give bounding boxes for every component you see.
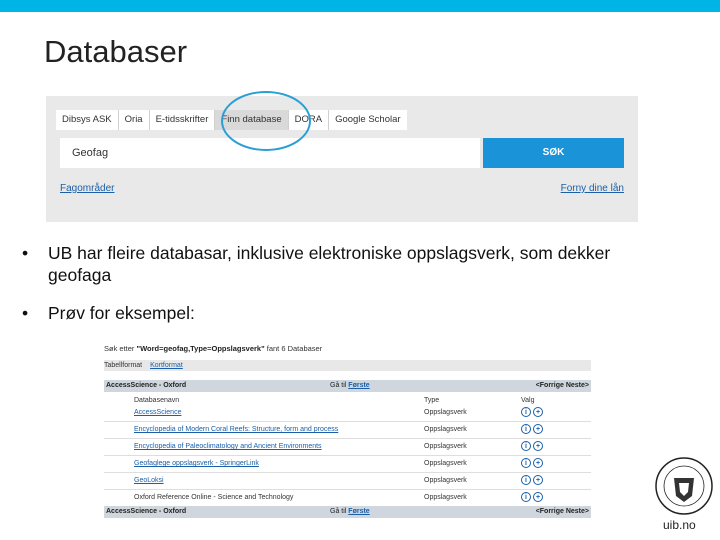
bullet-text: Prøv for eksempel: <box>48 303 195 323</box>
bullet-dot-icon: • <box>22 243 29 263</box>
database-link[interactable]: Encyclopedia of Modern Coral Reefs: Stru… <box>134 422 338 438</box>
database-type: Oppslagsverk <box>424 460 467 467</box>
bullet-list: • UB har fleire databasar, inklusive elek… <box>22 242 662 340</box>
format-table-link[interactable]: Tabellformat <box>104 362 142 369</box>
search-widget: Dibsys ASK Oria E-tidsskrifter Finn data… <box>46 96 638 222</box>
slide-title: Databaser <box>44 34 188 69</box>
info-icon[interactable]: i <box>521 492 531 502</box>
bullet-dot-icon: • <box>22 303 29 323</box>
database-type: Oppslagsverk <box>424 409 467 416</box>
table-row: Encyclopedia of Modern Coral Reefs: Stru… <box>104 422 591 439</box>
add-icon[interactable]: + <box>533 492 543 502</box>
add-icon[interactable]: + <box>533 475 543 485</box>
format-card-link[interactable]: Kortformat <box>150 362 183 369</box>
nav-prev-next[interactable]: <Forrige Neste> <box>536 380 589 392</box>
nav-title: AccessScience - Oxford <box>106 382 187 389</box>
results-navbar-top: AccessScience - Oxford Gå til Første <Fo… <box>104 380 591 392</box>
database-link[interactable]: Encyclopedia of Paleoclimatology and Anc… <box>134 439 322 455</box>
table-row: Oxford Reference Online - Science and Te… <box>104 490 591 507</box>
database-type: Oppslagsverk <box>424 477 467 484</box>
table-row: Encyclopedia of Paleoclimatology and Anc… <box>104 439 591 456</box>
tab-google-scholar[interactable]: Google Scholar <box>329 110 406 130</box>
info-icon[interactable]: i <box>521 407 531 417</box>
nav-goto-label: Gå til <box>330 382 347 389</box>
table-row: AccessScience Oppslagsverk i + <box>104 405 591 422</box>
tab-e-tidsskrifter[interactable]: E-tidsskrifter <box>150 110 216 130</box>
header-name: Databasenavn <box>134 397 180 404</box>
fagomrader-link[interactable]: Fagområder <box>60 183 114 194</box>
database-type: Oppslagsverk <box>424 426 467 433</box>
database-link[interactable]: Geofaglege oppslagsverk - SpringerLink <box>134 456 259 472</box>
forny-lan-link[interactable]: Forny dine lån <box>561 183 624 194</box>
database-results: Søk etter "Word=geofag,Type=Oppslagsverk… <box>104 344 591 518</box>
tab-oria[interactable]: Oria <box>119 110 150 130</box>
nav-goto-label: Gå til <box>330 508 347 515</box>
tab-dibsys-ask[interactable]: Dibsys ASK <box>56 110 119 130</box>
results-query-line: Søk etter "Word=geofag,Type=Oppslagsverk… <box>104 344 322 353</box>
top-accent-bar <box>0 0 720 12</box>
uib-logo-text: uib.no <box>663 518 696 532</box>
bullet-item: • UB har fleire databasar, inklusive elek… <box>22 242 662 286</box>
info-icon[interactable]: i <box>521 441 531 451</box>
add-icon[interactable]: + <box>533 458 543 468</box>
results-navbar-bottom: AccessScience - Oxford Gå til Første <Fo… <box>104 506 591 518</box>
nav-goto: Gå til Første <box>330 380 370 392</box>
table-row: GeoLoksi Oppslagsverk i + <box>104 473 591 490</box>
add-icon[interactable]: + <box>533 407 543 417</box>
database-link[interactable]: GeoLoksi <box>134 473 164 489</box>
nav-first-link[interactable]: Første <box>348 382 369 389</box>
header-type: Type <box>424 397 440 404</box>
bullet-item: • Prøv for eksempel: <box>22 302 662 324</box>
search-button[interactable]: SØK <box>483 138 624 168</box>
header-valg: Valg <box>521 397 535 404</box>
bullet-text: UB har fleire databasar, inklusive elekt… <box>48 243 611 285</box>
highlight-circle <box>221 91 311 151</box>
info-icon[interactable]: i <box>521 475 531 485</box>
nav-title: AccessScience - Oxford <box>106 508 187 515</box>
database-name: Oxford Reference Online - Science and Te… <box>134 494 294 501</box>
format-bar: Tabellformat Kortformat <box>104 360 591 371</box>
nav-first-link[interactable]: Første <box>348 508 369 515</box>
add-icon[interactable]: + <box>533 441 543 451</box>
table-row: Geofaglege oppslagsverk - SpringerLink O… <box>104 456 591 473</box>
nav-prev-next[interactable]: <Forrige Neste> <box>536 506 589 518</box>
info-icon[interactable]: i <box>521 458 531 468</box>
query-suffix: fant 6 Databaser <box>266 344 323 353</box>
query-text: "Word=geofag,Type=Oppslagsverk" <box>136 344 265 353</box>
university-seal-icon <box>655 457 713 515</box>
add-icon[interactable]: + <box>533 424 543 434</box>
query-prefix: Søk etter <box>104 344 135 353</box>
database-link[interactable]: AccessScience <box>134 405 181 421</box>
database-type: Oppslagsverk <box>424 494 467 501</box>
database-type: Oppslagsverk <box>424 443 467 450</box>
info-icon[interactable]: i <box>521 424 531 434</box>
nav-goto: Gå til Første <box>330 506 370 518</box>
